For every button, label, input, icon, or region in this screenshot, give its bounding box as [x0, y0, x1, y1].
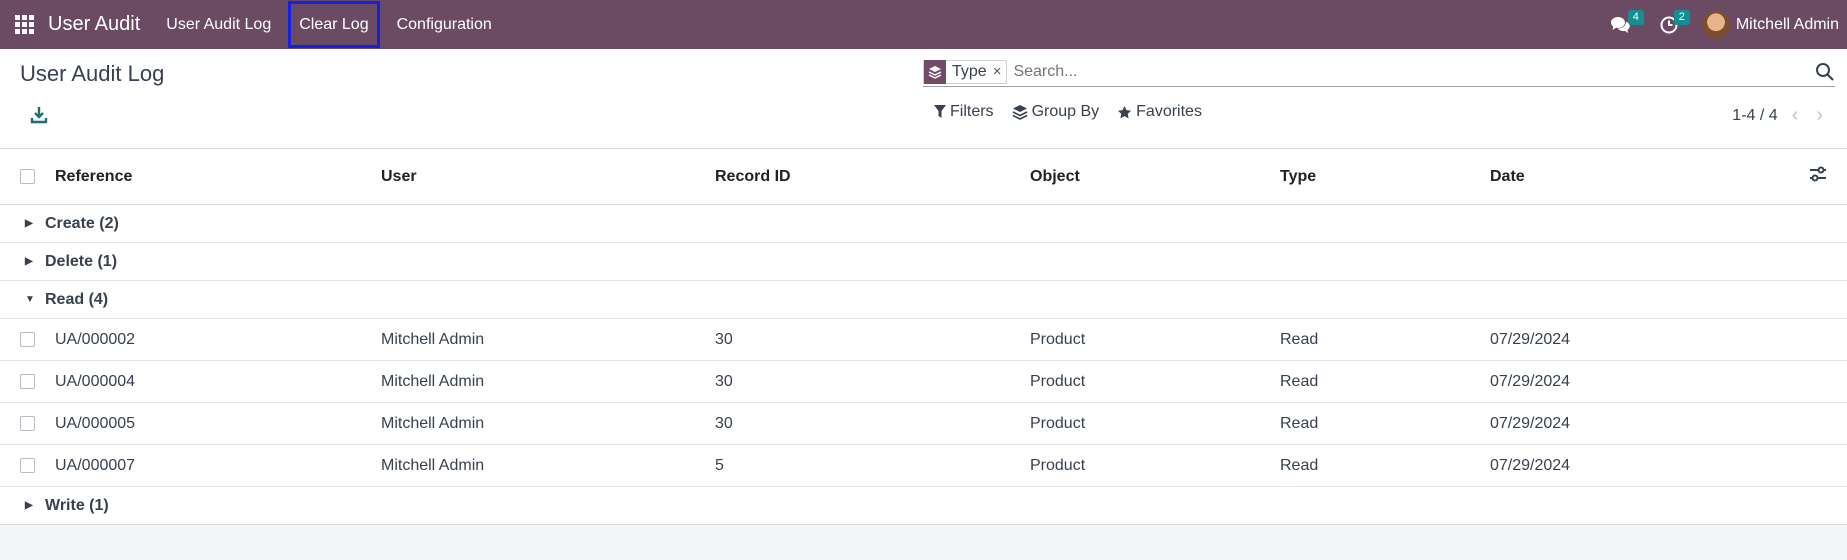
column-header-user[interactable]: User [381, 168, 417, 186]
facet-remove-icon[interactable]: × [991, 63, 1007, 80]
row-checkbox[interactable] [20, 416, 35, 431]
menu-user-audit-log[interactable]: User Audit Log [154, 0, 283, 49]
column-header-object[interactable]: Object [1030, 168, 1080, 186]
group-row-write[interactable]: ▶ Write (1) [0, 487, 1847, 525]
group-row-delete[interactable]: ▶ Delete (1) [0, 243, 1847, 281]
cell-type: Read [1280, 414, 1319, 432]
layers-icon [1012, 105, 1027, 120]
filter-icon [934, 105, 946, 118]
search-input[interactable] [1013, 62, 1815, 81]
cell-record-id: 5 [715, 456, 724, 474]
cell-reference: UA/000002 [55, 330, 136, 348]
pager-value[interactable]: 1-4 / 4 [1732, 107, 1777, 125]
cell-reference: UA/000007 [55, 456, 136, 474]
cell-record-id: 30 [715, 330, 733, 348]
search-bar: Type × [923, 57, 1835, 87]
cell-user: Mitchell Admin [381, 414, 485, 432]
caret-right-icon: ▶ [25, 500, 33, 511]
cell-object: Product [1030, 414, 1086, 432]
group-row-read[interactable]: ▼ Read (4) [0, 281, 1847, 319]
cell-record-id: 30 [715, 414, 733, 432]
cell-user: Mitchell Admin [381, 456, 485, 474]
cell-user: Mitchell Admin [381, 372, 485, 390]
cell-object: Product [1030, 330, 1086, 348]
star-icon [1118, 105, 1132, 118]
group-label: Delete (1) [45, 252, 118, 270]
row-checkbox[interactable] [20, 332, 35, 347]
table-row[interactable]: UA/000007 Mitchell Admin 5 Product Read … [0, 445, 1847, 487]
top-navbar: User Audit User Audit Log Clear Log Conf… [0, 0, 1847, 49]
cell-type: Read [1280, 456, 1319, 474]
list-view: Reference User Record ID Object Type Dat… [0, 149, 1847, 525]
facet-label: Type [952, 62, 987, 80]
user-name: Mitchell Admin [1735, 15, 1839, 33]
list-header: Reference User Record ID Object Type Dat… [0, 149, 1847, 205]
search-icon[interactable] [1815, 62, 1835, 82]
export-button[interactable] [30, 105, 48, 125]
caret-right-icon: ▶ [25, 218, 33, 229]
cell-type: Read [1280, 372, 1319, 390]
cell-date: 07/29/2024 [1490, 330, 1571, 348]
table-row[interactable]: UA/000004 Mitchell Admin 30 Product Read… [0, 361, 1847, 403]
menu-clear-log[interactable]: Clear Log [287, 0, 380, 49]
pager-previous-icon[interactable]: ‹ [1788, 104, 1803, 127]
menu-configuration[interactable]: Configuration [385, 0, 504, 49]
row-checkbox[interactable] [20, 458, 35, 473]
page-title: User Audit Log [20, 61, 165, 86]
cell-reference: UA/000004 [55, 372, 136, 390]
favorites-label: Favorites [1136, 103, 1202, 120]
group-label: Write (1) [45, 496, 109, 514]
group-row-create[interactable]: ▶ Create (2) [0, 205, 1847, 243]
cell-user: Mitchell Admin [381, 330, 485, 348]
favorites-button[interactable]: Favorites [1117, 103, 1202, 121]
group-by-label: Group By [1031, 103, 1100, 120]
column-header-reference[interactable]: Reference [55, 168, 132, 186]
activities-button[interactable]: 2 [1646, 0, 1692, 49]
cell-date: 07/29/2024 [1490, 372, 1571, 390]
cell-object: Product [1030, 456, 1086, 474]
caret-down-icon: ▼ [25, 294, 35, 305]
cell-date: 07/29/2024 [1490, 456, 1571, 474]
group-label: Create (2) [45, 214, 119, 232]
apps-menu-icon[interactable] [0, 0, 48, 49]
control-panel: User Audit Log Type × Search... Filters … [0, 49, 1847, 149]
caret-right-icon: ▶ [25, 256, 33, 267]
cell-record-id: 30 [715, 372, 733, 390]
cell-object: Product [1030, 372, 1086, 390]
optional-columns-icon[interactable] [1809, 166, 1827, 187]
column-header-date[interactable]: Date [1490, 168, 1525, 186]
cell-reference: UA/000005 [55, 414, 136, 432]
layers-icon [924, 59, 946, 84]
activities-badge: 2 [1673, 10, 1690, 25]
messages-badge: 4 [1627, 10, 1644, 25]
search-facet: Type × [923, 59, 1008, 84]
avatar [1701, 10, 1730, 39]
download-icon [30, 107, 48, 124]
table-row[interactable]: UA/000002 Mitchell Admin 30 Product Read… [0, 319, 1847, 361]
messages-button[interactable]: 4 [1596, 0, 1646, 49]
cell-type: Read [1280, 330, 1319, 348]
user-menu[interactable]: Mitchell Admin [1692, 0, 1847, 49]
row-checkbox[interactable] [20, 374, 35, 389]
app-brand[interactable]: User Audit [48, 13, 154, 36]
select-all-checkbox[interactable] [20, 169, 35, 184]
table-row[interactable]: UA/000005 Mitchell Admin 30 Product Read… [0, 403, 1847, 445]
filters-label: Filters [950, 103, 994, 120]
pager-next-icon[interactable]: › [1812, 104, 1827, 127]
cell-date: 07/29/2024 [1490, 414, 1571, 432]
pager: 1-4 / 4 ‹ › [1732, 104, 1827, 127]
column-header-record-id[interactable]: Record ID [715, 168, 791, 186]
column-header-type[interactable]: Type [1280, 168, 1316, 186]
filters-button[interactable]: Filters [934, 103, 994, 121]
group-by-button[interactable]: Group By [1012, 103, 1100, 121]
group-label: Read (4) [45, 290, 109, 308]
